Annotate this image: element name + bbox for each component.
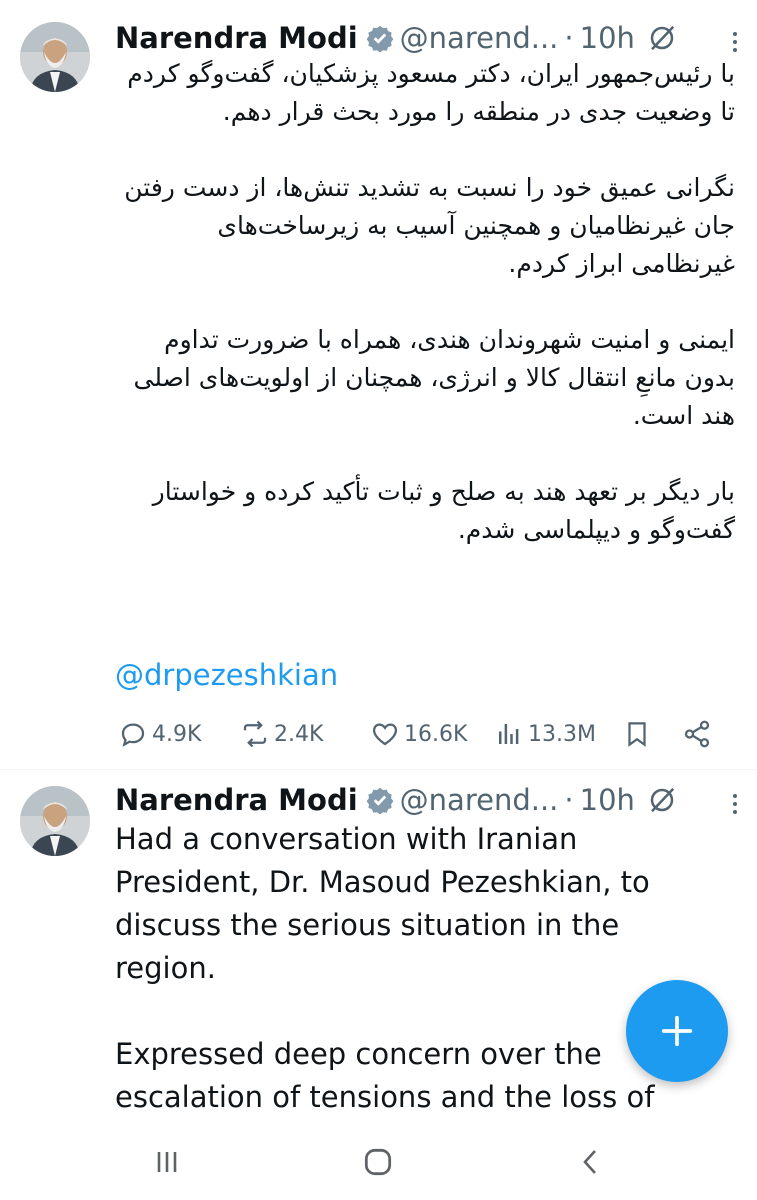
muted-icon [650,787,675,813]
tweet-text: با رئیس‌جمهور ایران، دکتر مسعود پزشکیان،… [115,55,735,587]
repost-button[interactable]: 2.4K [240,712,323,756]
like-count: 16.6K [404,721,468,747]
recent-apps-icon [157,1152,177,1172]
like-button[interactable]: 16.6K [370,712,467,756]
muted-icon [650,25,675,51]
tweet-paragraph: بار دیگر بر تعهد هند به صلح و ثبات تأکید… [152,477,735,544]
back-button[interactable] [566,1142,616,1182]
home-icon [364,1148,392,1176]
verified-badge-icon [366,787,394,814]
separator: · [564,21,574,55]
verified-badge-icon [366,25,394,52]
author-name[interactable]: Narendra Modi [115,21,358,55]
repost-count: 2.4K [274,721,324,747]
author-name[interactable]: Narendra Modi [115,783,358,817]
plus-icon [661,1015,693,1047]
tweet-header: Narendra Modi @narend... · 10h [115,18,737,58]
tweet-actions: 4.9K 2.4K 16.6K 13.3M [112,712,732,756]
bookmark-icon [628,722,646,747]
tweet-paragraph: نگرانی عمیق خود را نسبت به تشدید تنش‌ها،… [124,173,735,278]
bookmark-button[interactable] [622,712,656,756]
author-handle[interactable]: @narend... [400,783,559,817]
tweet-paragraph: Expressed deep concern over the escalati… [115,1037,655,1114]
separator: · [564,783,574,817]
tweet-card[interactable]: Narendra Modi @narend... · 10h Had a con… [0,770,757,1130]
share-button[interactable] [682,712,716,756]
recent-apps-button[interactable] [142,1142,192,1182]
avatar-image [20,22,90,92]
tweet-text: Had a conversation with Iranian Presiden… [115,818,715,1130]
compose-button[interactable] [626,980,728,1082]
share-icon [684,720,710,748]
timestamp[interactable]: 10h [580,783,635,817]
more-options-icon[interactable] [723,792,747,816]
tweet-paragraph: ایمنی و امنیت شهروندان هندی، همراه با ضر… [133,325,735,430]
system-navigation-bar [0,1130,757,1200]
views-count: 13.3M [528,721,596,747]
views-button[interactable]: 13.3M [494,712,596,756]
reply-icon [121,723,145,747]
tweet-paragraph: Had a conversation with Iranian Presiden… [115,822,650,985]
views-icon [499,724,519,744]
repost-icon [243,720,267,748]
more-options-icon[interactable] [723,30,747,54]
tweet-header: Narendra Modi @narend... · 10h [115,780,737,820]
avatar[interactable] [20,22,90,92]
reply-count: 4.9K [152,721,202,747]
mention-link[interactable]: @drpezeshkian [115,658,338,692]
timestamp[interactable]: 10h [580,21,635,55]
avatar-image [20,786,90,856]
avatar[interactable] [20,786,90,856]
tweet-card[interactable]: Narendra Modi @narend... · 10h با رئیس‌ج… [0,0,757,770]
tweet-paragraph: با رئیس‌جمهور ایران، دکتر مسعود پزشکیان،… [127,59,735,126]
author-handle[interactable]: @narend... [400,21,559,55]
heart-icon [372,723,398,746]
reply-button[interactable]: 4.9K [118,712,201,756]
back-icon [583,1150,596,1174]
home-button[interactable] [353,1142,403,1182]
